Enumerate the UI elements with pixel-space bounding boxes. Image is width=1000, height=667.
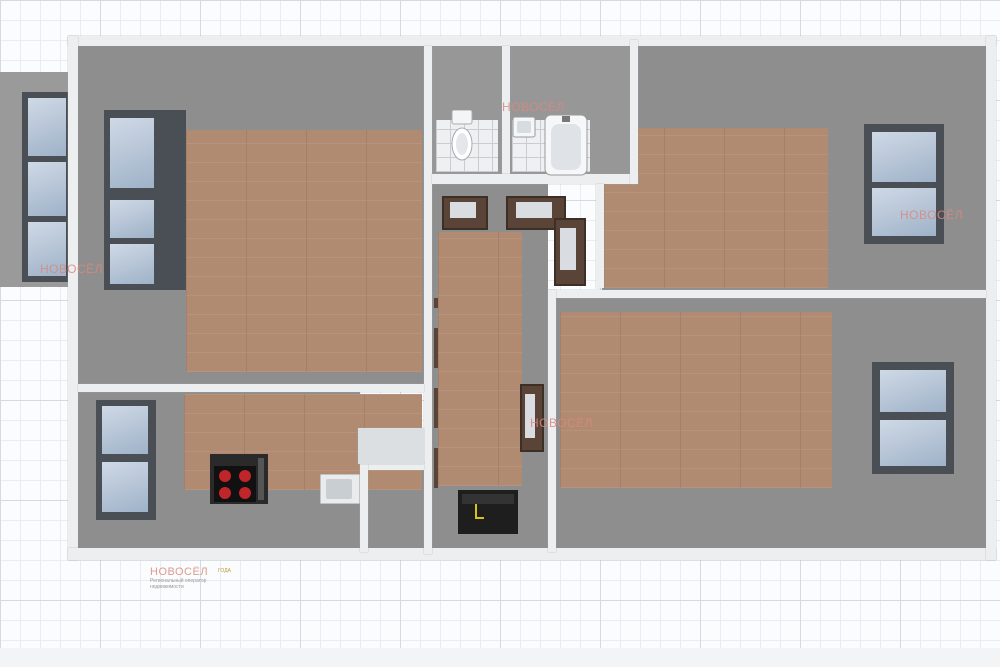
sink-icon [512,116,536,138]
watermark-logo: НОВОСЁЛ [530,416,593,430]
watermark-logo: НОВОСЁЛ [40,262,103,276]
watermark-logo: НОВОСЁЛ [502,100,565,114]
window-bedroom-top [864,124,944,244]
washer-icon [458,490,518,534]
bathtub-icon [544,114,588,176]
window-kitchen [96,400,156,520]
toilet-icon [450,109,474,162]
kitchen-sink-icon [319,473,361,505]
stove-icon [210,454,268,504]
balcony-window [22,92,72,282]
door-toilet [442,196,488,230]
watermark-footer: НОВОСЁЛ Региональный оператор недвижимос… [150,566,231,590]
window-living-room [104,110,186,290]
floor-plan: НОВОСЁЛ НОВОСЁЛ НОВОСЁЛ НОВОСЁЛ НОВОСЁЛ … [0,0,1000,667]
window-bedroom-bottom [872,362,954,474]
door-bedroom-top [554,218,586,286]
watermark-logo: НОВОСЁЛ [900,208,963,222]
